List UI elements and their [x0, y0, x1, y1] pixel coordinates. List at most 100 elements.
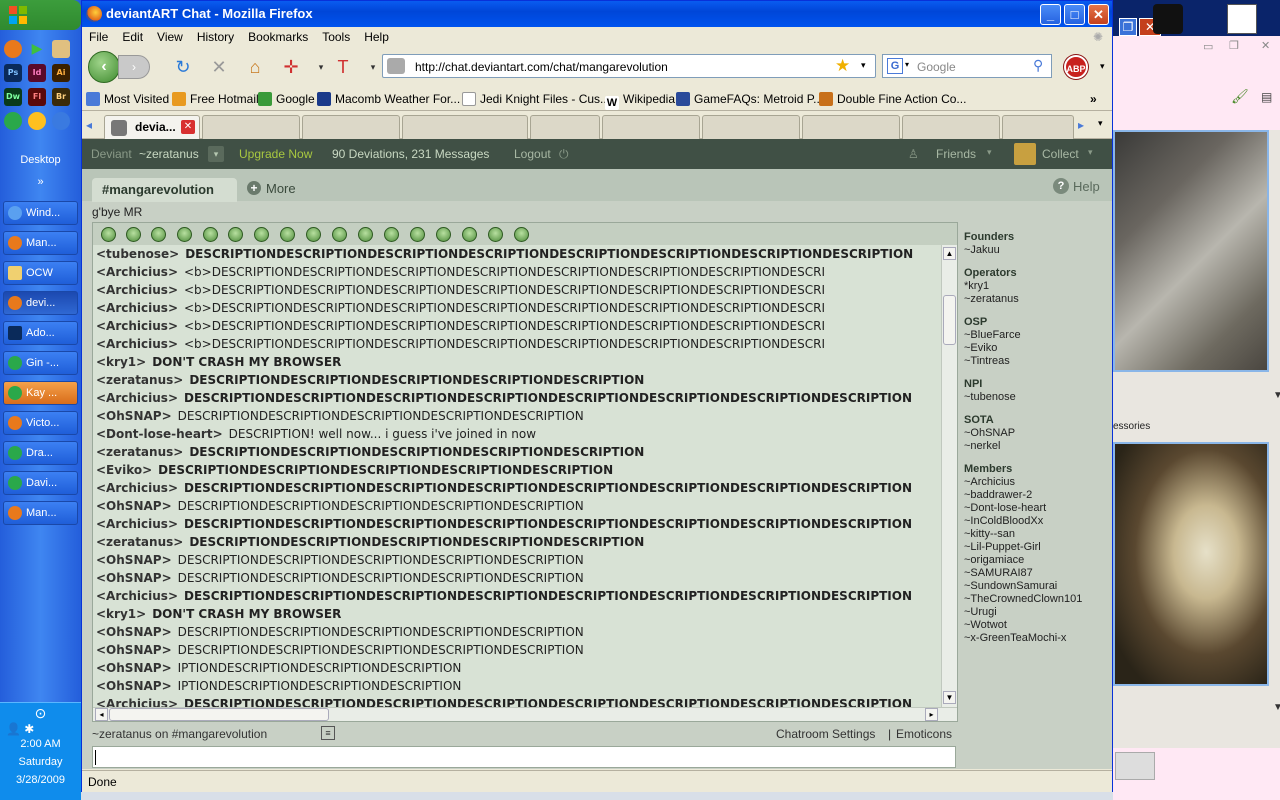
scroll-thumb[interactable]: [943, 295, 956, 345]
logout-link[interactable]: Logout: [514, 147, 551, 161]
message-nick[interactable]: <Archicius>: [96, 481, 178, 495]
tab[interactable]: [530, 115, 600, 139]
user-menu-icon[interactable]: ▾: [208, 146, 224, 162]
message-nick[interactable]: <Archicius>: [96, 301, 178, 315]
member-name[interactable]: ~origamiace: [964, 554, 1110, 567]
url-bar[interactable]: http://chat.deviantart.com/chat/mangarev…: [382, 54, 876, 78]
help-icon[interactable]: ?: [1053, 178, 1069, 194]
more-tab[interactable]: More: [266, 181, 296, 196]
message-input[interactable]: [92, 746, 956, 768]
message-nick[interactable]: <OhSNAP>: [96, 643, 172, 657]
plus-icon[interactable]: +: [247, 181, 261, 195]
firefox-icon[interactable]: [4, 40, 22, 58]
taskbar-button-active[interactable]: devi...: [3, 291, 78, 315]
message-nick[interactable]: <zeratanus>: [96, 535, 183, 549]
member-name[interactable]: ~zeratanus: [964, 293, 1110, 306]
message-nick[interactable]: <zeratanus>: [96, 373, 183, 387]
message-nick[interactable]: <OhSNAP>: [96, 661, 172, 675]
member-name[interactable]: ~Tintreas: [964, 355, 1110, 368]
message-nick[interactable]: <Dont-lose-heart>: [96, 427, 223, 441]
scroll-right-icon[interactable]: ▸: [1078, 118, 1084, 132]
taskbar-button[interactable]: Davi...: [3, 471, 78, 495]
member-name[interactable]: ~Lil-Puppet-Girl: [964, 541, 1110, 554]
vertical-scrollbar[interactable]: ▲ ▼: [941, 245, 957, 707]
member-name[interactable]: ~SAMURAI87: [964, 567, 1110, 580]
taskbar-button[interactable]: Gin -...: [3, 351, 78, 375]
member-name[interactable]: ~Dont-lose-heart: [964, 502, 1110, 515]
message-nick[interactable]: <zeratanus>: [96, 445, 183, 459]
menu-history[interactable]: History: [190, 27, 241, 47]
indesign-icon[interactable]: Id: [28, 64, 46, 82]
room-tab[interactable]: #mangarevolution: [92, 178, 237, 202]
upgrade-link[interactable]: Upgrade Now: [239, 147, 312, 161]
menu-file[interactable]: File: [82, 27, 115, 47]
google-icon[interactable]: G: [887, 58, 903, 74]
bridge-icon[interactable]: Br: [52, 88, 70, 106]
menu-help[interactable]: Help: [357, 27, 396, 47]
reload-icon[interactable]: ↻: [172, 57, 194, 77]
dropdown-icon[interactable]: ▾: [861, 60, 866, 71]
smiley-icon[interactable]: [28, 112, 46, 130]
member-name[interactable]: ~TheCrownedClown101: [964, 593, 1110, 606]
stop-icon[interactable]: ✕: [208, 57, 230, 77]
scroll-left-icon[interactable]: ◂: [95, 708, 108, 721]
tab[interactable]: [902, 115, 1000, 139]
window-icon[interactable]: ▤: [1261, 90, 1272, 104]
message-nick[interactable]: <OhSNAP>: [96, 679, 172, 693]
taskbar-button[interactable]: Victo...: [3, 411, 78, 435]
help-link[interactable]: Help: [1073, 179, 1100, 194]
minimize-button[interactable]: _: [1040, 4, 1061, 25]
member-name[interactable]: ~SundownSamurai: [964, 580, 1110, 593]
member-name[interactable]: ~tubenose: [964, 391, 1110, 404]
restore-icon[interactable]: ❐: [1119, 18, 1137, 36]
forward-button[interactable]: ›: [118, 55, 150, 79]
member-name[interactable]: ~InColdBloodXx: [964, 515, 1110, 528]
chevron-down-icon[interactable]: »: [0, 176, 81, 188]
message-nick[interactable]: <OhSNAP>: [96, 571, 172, 585]
dreamweaver-icon[interactable]: Dw: [4, 88, 22, 106]
message-nick[interactable]: <Archicius>: [96, 391, 178, 405]
search-icon[interactable]: ⚲: [1033, 57, 1043, 74]
message-nick[interactable]: <OhSNAP>: [96, 553, 172, 567]
member-name[interactable]: ~Archicius: [964, 476, 1110, 489]
scroll-down-icon[interactable]: ▼: [943, 691, 956, 704]
taskbar-button-flashing[interactable]: Kay ...: [3, 381, 78, 405]
ie-icon[interactable]: [52, 112, 70, 130]
back-button[interactable]: ‹: [88, 51, 120, 83]
tab[interactable]: [302, 115, 400, 139]
brush-icon[interactable]: 🖌: [1231, 88, 1249, 105]
message-nick[interactable]: <kry1>: [96, 607, 146, 621]
bookmark-item[interactable]: GameFAQs: Metroid P...: [676, 92, 823, 106]
bookmark-item[interactable]: Macomb Weather For...: [317, 92, 460, 106]
tab[interactable]: [1002, 115, 1074, 139]
bookmark-item[interactable]: W Wikipedia: [605, 92, 675, 110]
member-name[interactable]: ~BlueFarce: [964, 329, 1110, 342]
chatroom-settings-link[interactable]: Chatroom Settings: [776, 727, 875, 741]
bookmark-item[interactable]: Jedi Knight Files - Cus...: [462, 92, 610, 106]
chevron-more-icon[interactable]: »: [1090, 92, 1097, 106]
taskbar-button[interactable]: Wind...: [3, 201, 78, 225]
message-nick[interactable]: <Archicius>: [96, 589, 178, 603]
close-button[interactable]: ✕: [1088, 4, 1109, 25]
member-name[interactable]: *kry1: [964, 280, 1110, 293]
message-nick[interactable]: <Archicius>: [96, 319, 178, 333]
member-name[interactable]: ~x-GreenTeaMochi-x: [964, 632, 1110, 645]
message-nick[interactable]: <Eviko>: [96, 463, 152, 477]
bookmark-item[interactable]: Most Visited: [86, 92, 169, 106]
friends-menu[interactable]: Friends: [936, 147, 976, 161]
title-bar[interactable]: deviantART Chat - Mozilla Firefox _ □ ✕: [82, 1, 1112, 27]
tab-close-icon[interactable]: ✕: [181, 120, 195, 134]
message-nick[interactable]: <kry1>: [96, 355, 146, 369]
tab[interactable]: [202, 115, 300, 139]
bookmark-item[interactable]: Double Fine Action Co...: [819, 92, 966, 106]
member-name[interactable]: ~baddrawer-2: [964, 489, 1110, 502]
chevron-down-icon[interactable]: ▼: [1273, 702, 1280, 713]
scroll-left-icon[interactable]: ◂: [86, 118, 92, 132]
message-nick[interactable]: <Archicius>: [96, 517, 178, 531]
message-nick[interactable]: <Archicius>: [96, 283, 178, 297]
flash-icon[interactable]: Fl: [28, 88, 46, 106]
tool-icon[interactable]: ✛: [280, 57, 302, 77]
text-tool-icon[interactable]: T: [332, 57, 354, 77]
message-nick[interactable]: <Archicius>: [96, 337, 178, 351]
play-icon[interactable]: ▶: [28, 40, 46, 58]
